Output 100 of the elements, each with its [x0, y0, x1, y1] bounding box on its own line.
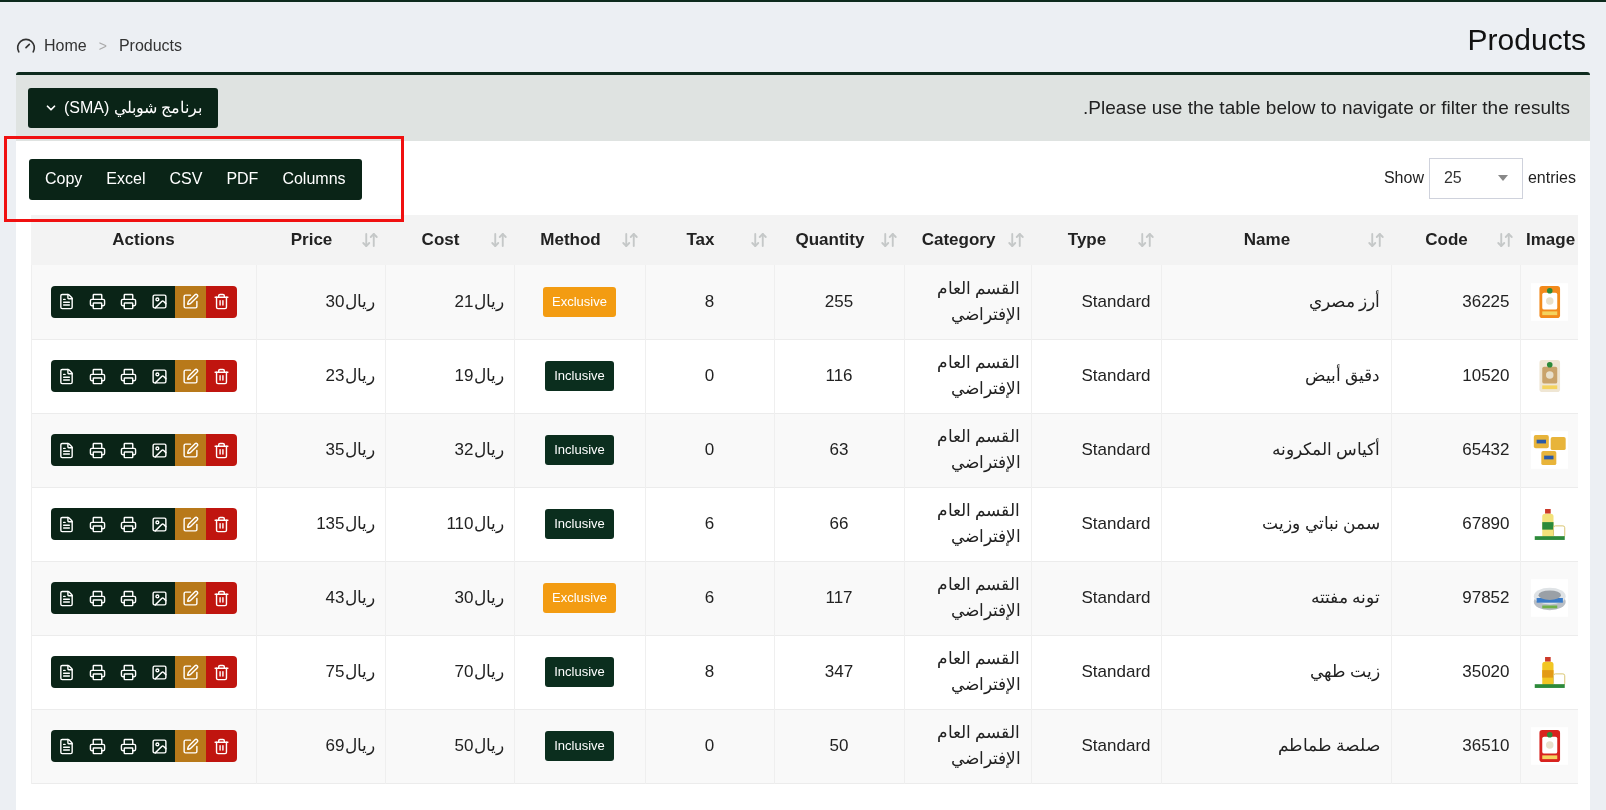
image-icon [150, 515, 168, 533]
price-text: ريال135 [316, 513, 375, 535]
document-icon [57, 663, 75, 681]
image-button[interactable] [143, 360, 175, 392]
method-badge: Inclusive [545, 509, 614, 539]
document-icon [57, 441, 75, 459]
trash-button[interactable] [205, 285, 237, 318]
column-header[interactable]: Price [256, 215, 385, 265]
quantity-text: 116 [825, 365, 853, 387]
edit-icon [181, 737, 199, 755]
edit-button[interactable] [174, 360, 206, 392]
method-badge: Inclusive [545, 657, 614, 687]
sort-icon [490, 231, 508, 249]
edit-button[interactable] [174, 582, 206, 614]
edit-icon [181, 367, 199, 385]
export-button[interactable]: Copy [33, 158, 95, 200]
edit-button[interactable] [174, 285, 206, 318]
name-text: أرز مصري [1308, 289, 1381, 313]
export-button[interactable]: CSV [157, 158, 215, 200]
sort-icon [361, 231, 379, 249]
printer-icon [119, 293, 137, 311]
category-text: القسم العام الإفتراضي [935, 500, 1021, 548]
column-header: Actions [31, 215, 256, 265]
category-text: القسم العام الإفتراضي [935, 277, 1021, 326]
edit-icon [181, 589, 199, 607]
type-text: Standard [1081, 365, 1151, 387]
document-button[interactable] [50, 285, 82, 318]
image-button[interactable] [143, 582, 175, 614]
tax-text: 8 [704, 290, 715, 313]
method-badge: Inclusive [545, 731, 614, 761]
trash-icon [212, 515, 230, 533]
edit-button[interactable] [174, 434, 206, 466]
category-text: القسم العام الإفتراضي [935, 426, 1021, 474]
export-button[interactable]: PDF [214, 158, 271, 200]
printer-icon [88, 293, 106, 311]
document-button[interactable] [50, 360, 82, 392]
document-button[interactable] [50, 434, 82, 466]
document-button[interactable] [50, 508, 82, 540]
category-text: القسم العام الإفتراضي [935, 648, 1021, 696]
image-button[interactable] [143, 656, 175, 688]
trash-button[interactable] [205, 730, 237, 762]
type-text: Standard [1081, 439, 1151, 461]
price-text: ريال75 [325, 661, 375, 683]
store-dropdown-button[interactable]: برنامج شوبلي (SMA) [28, 88, 219, 128]
document-icon [57, 589, 75, 607]
trash-button[interactable] [205, 656, 237, 688]
edit-button[interactable] [174, 730, 206, 762]
trash-icon [212, 737, 230, 755]
image-button[interactable] [143, 434, 175, 466]
printer-icon [88, 737, 106, 755]
cost-text: ريال70 [454, 661, 504, 683]
column-header[interactable]: Cost [385, 215, 514, 265]
edit-button[interactable] [174, 508, 206, 540]
page-length-select[interactable]: 25 [1428, 157, 1523, 199]
trash-button[interactable] [205, 582, 237, 614]
edit-icon [181, 663, 199, 681]
trash-icon [212, 293, 230, 311]
document-icon [57, 515, 75, 533]
type-text: Standard [1081, 587, 1151, 609]
column-header[interactable]: Tax [645, 215, 774, 265]
document-button[interactable] [50, 582, 82, 614]
document-button[interactable] [50, 656, 82, 688]
price-text: ريال23 [325, 365, 375, 387]
column-header[interactable]: Category [904, 215, 1031, 265]
document-button[interactable] [50, 730, 82, 762]
image-icon [150, 367, 168, 385]
image-icon [150, 737, 168, 755]
method-badge: Inclusive [545, 361, 614, 391]
tax-text: 6 [704, 587, 715, 609]
name-text: زيت طهي [1309, 661, 1381, 683]
panel-message: .Please use the table below to navigate or filter the results [1083, 95, 1570, 120]
column-header[interactable]: Method [514, 215, 645, 265]
image-button[interactable] [143, 285, 175, 318]
printer-icon [119, 441, 137, 459]
export-button[interactable]: Columns [270, 158, 358, 200]
page-title: Products [1467, 25, 1586, 55]
sort-icon [621, 231, 639, 249]
trash-button[interactable] [205, 508, 237, 540]
image-icon [150, 441, 168, 459]
sort-icon [1007, 231, 1025, 249]
trash-button[interactable] [205, 360, 237, 392]
name-text: تونه مفتته [1310, 587, 1381, 610]
show-label: Show [1383, 168, 1424, 188]
image-button[interactable] [143, 730, 175, 762]
method-badge: Exclusive [543, 583, 616, 613]
type-text: Standard [1081, 735, 1151, 757]
column-header[interactable]: Code [1391, 215, 1520, 265]
breadcrumb-link[interactable]: Home [44, 34, 87, 58]
export-button[interactable]: Excel [94, 158, 158, 200]
image-icon [150, 589, 168, 607]
image-button[interactable] [143, 508, 175, 540]
sort-icon [1496, 231, 1514, 249]
column-header[interactable]: Name [1161, 215, 1391, 265]
edit-button[interactable] [174, 656, 206, 688]
column-header[interactable]: Type [1031, 215, 1161, 265]
column-header[interactable]: Quantity [774, 215, 904, 265]
name-text: سمن نباتي وزيت [1262, 513, 1381, 536]
name-text: أكياس المكرونه [1271, 437, 1381, 462]
trash-button[interactable] [205, 434, 237, 466]
printer-icon [119, 589, 137, 607]
